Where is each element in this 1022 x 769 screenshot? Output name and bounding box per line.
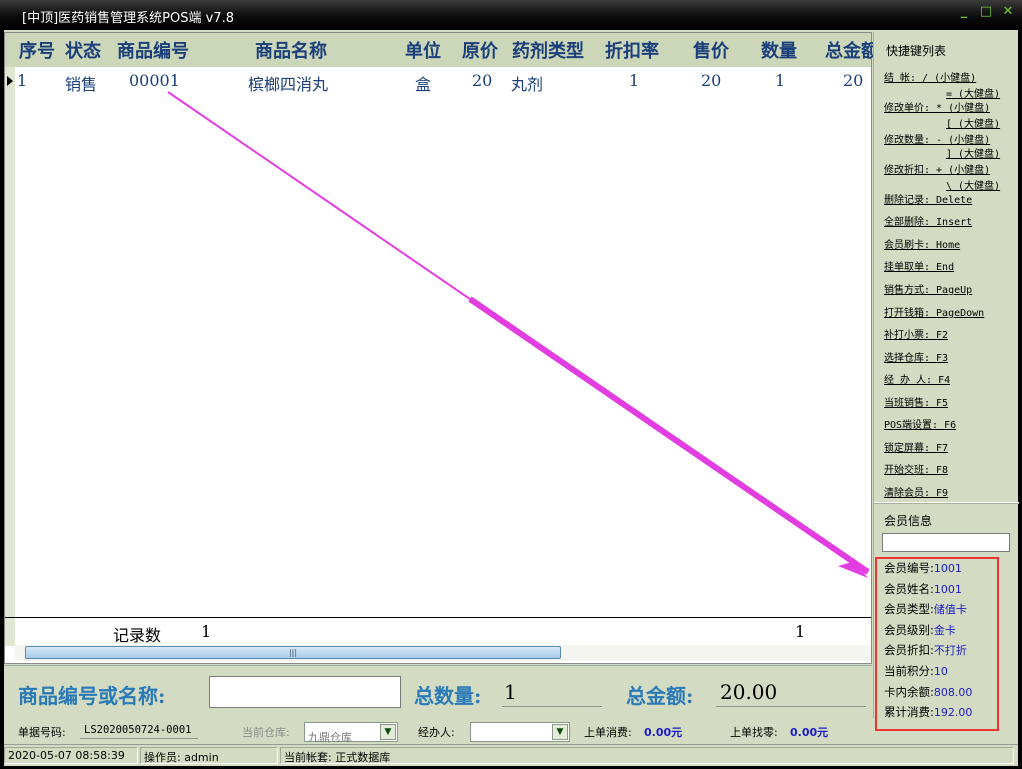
handler-select[interactable]: ▼ <box>470 722 570 742</box>
chevron-down-icon[interactable]: ▼ <box>552 724 568 740</box>
handler-label: 经办人: <box>418 726 455 739</box>
order-no-underline <box>80 738 198 739</box>
account-cell: 当前帐套: 正式数据库 <box>280 747 1014 764</box>
code-label: 商品编号或名称: <box>18 684 166 708</box>
shortcut-item[interactable]: 销售方式: PageUp <box>884 281 972 296</box>
member-card-input[interactable] <box>882 533 1010 552</box>
shortcut-item[interactable]: 补打小票: F2 <box>884 326 948 341</box>
input-bar: 商品编号或名称: 总数量: 1 总金额: 20.00 <box>4 665 872 717</box>
last-change-value: 0.00元 <box>790 726 829 739</box>
bottom-status-bar: 2020-05-07 08:58:39 操作员: admin 当前帐套: 正式数… <box>4 744 1018 766</box>
shortcut-item[interactable]: [ (大健盘) <box>946 115 1000 130</box>
order-status-bar: 单据号码: LS2020050724-0001 当前仓库: 九鼎仓库 ▼ 经办人… <box>4 718 872 744</box>
shortcut-item[interactable]: 结 帐: / (小健盘) <box>884 69 976 84</box>
shortcut-item[interactable]: 会员刷卡: Home <box>884 236 960 251</box>
shortcut-item[interactable]: 清除会员: F9 <box>884 484 948 499</box>
last-change-label: 上单找零: <box>730 726 778 739</box>
member-highlight-box <box>875 557 999 731</box>
chevron-down-icon[interactable]: ▼ <box>380 724 396 740</box>
shortcut-item[interactable]: 删除记录: Delete <box>884 191 972 206</box>
shortcut-item[interactable]: = (大健盘) <box>946 85 1000 100</box>
qty-underline <box>502 706 602 707</box>
last-spend-label: 上单消费: <box>584 726 632 739</box>
shortcut-item[interactable]: 当班销售: F5 <box>884 394 948 409</box>
panel-divider <box>874 502 1019 504</box>
total-qty-value: 1 <box>504 680 517 704</box>
member-title: 会员信息 <box>884 514 933 528</box>
order-no-value: LS2020050724-0001 <box>84 724 192 736</box>
warehouse-label: 当前仓库: <box>242 726 290 739</box>
shortcut-item[interactable]: 开始交班: F8 <box>884 461 948 476</box>
shortcut-item[interactable]: 修改折扣: + (小健盘) <box>884 161 990 176</box>
shortcut-item[interactable]: 全部删除: Insert <box>884 213 972 228</box>
code-input[interactable] <box>209 676 401 708</box>
arrow-head-shaft <box>468 296 870 575</box>
shortcut-item[interactable]: POS端设置: F6 <box>884 416 956 431</box>
total-amount-label: 总金额: <box>626 684 694 708</box>
amount-underline <box>716 706 866 707</box>
total-amount-value: 20.00 <box>720 680 778 704</box>
shortcut-item[interactable]: 挂单取单: End <box>884 258 954 273</box>
shortcut-item[interactable]: 修改单价: * (小健盘) <box>884 99 990 114</box>
shortcut-title: 快捷键列表 <box>886 44 947 58</box>
operator-cell: 操作员: admin <box>140 747 278 764</box>
warehouse-value: 九鼎仓库 <box>308 731 352 744</box>
datetime-cell: 2020-05-07 08:58:39 <box>4 747 138 764</box>
shortcut-item[interactable]: 锁定屏幕: F7 <box>884 439 948 454</box>
shortcut-item[interactable]: 修改数量: - (小健盘) <box>884 131 990 146</box>
warehouse-select[interactable]: 九鼎仓库 ▼ <box>304 722 398 744</box>
order-no-label: 单据号码: <box>18 726 66 739</box>
shortcut-item[interactable]: 打开钱箱: PageDown <box>884 304 984 319</box>
total-qty-label: 总数量: <box>414 684 482 708</box>
shortcut-item[interactable]: 选择仓库: F3 <box>884 349 948 364</box>
shortcut-item[interactable]: 经 办 人: F4 <box>884 371 950 386</box>
annotation-arrow <box>167 91 870 578</box>
shortcut-item[interactable]: \ (大健盘) <box>946 177 1000 192</box>
last-spend-value: 0.00元 <box>644 726 683 739</box>
shortcut-item[interactable]: ] (大健盘) <box>946 145 1000 160</box>
